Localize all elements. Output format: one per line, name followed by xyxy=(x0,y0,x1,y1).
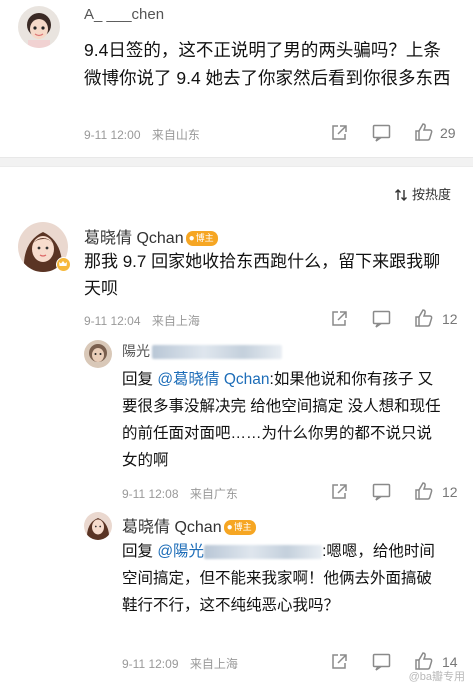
reply-2-username[interactable]: 葛晓倩 Qchan ●博主 xyxy=(122,513,256,537)
blogger-username[interactable]: 葛晓倩 Qchan ●博主 xyxy=(84,224,218,248)
blogger-comment-like-count: 12 xyxy=(442,311,458,327)
blogger-comment-meta: 9-11 12:04 来自上海 xyxy=(84,312,208,329)
share-icon[interactable] xyxy=(330,310,348,328)
reply-1-meta: 9-11 12:08 来自广东 xyxy=(122,485,246,502)
reply-1-username[interactable]: 陽光 xyxy=(122,341,282,361)
blogger-comment-time: 9-11 12:04 xyxy=(84,314,141,328)
like-icon[interactable] xyxy=(414,481,434,501)
first-comment-time: 9-11 12:00 xyxy=(84,128,141,142)
like-icon[interactable] xyxy=(414,122,434,142)
reply-2-text: 回复 @陽光:嗯嗯，给他时间空间搞定，但不能来我家啊！他俩去外面搞破鞋行不行，这… xyxy=(122,543,435,614)
reply-2-mention-link[interactable]: @陽光 xyxy=(157,543,323,560)
sort-icon xyxy=(395,189,407,201)
reply-1-mention-link[interactable]: @葛晓倩 Qchan xyxy=(157,371,269,388)
comment-icon[interactable] xyxy=(372,483,391,501)
first-comment-like-count: 29 xyxy=(440,125,456,141)
avatar-reply-user-2[interactable] xyxy=(84,512,112,540)
blogger-comment-text: 那我 9.7 回家她收拾东西跑什么，留下来跟我聊天呗 xyxy=(84,252,441,298)
comment-icon[interactable] xyxy=(372,124,391,142)
share-icon[interactable] xyxy=(330,653,348,671)
first-comment-meta: 9-11 12:00 来自山东 xyxy=(84,126,208,143)
section-divider xyxy=(0,157,473,167)
share-icon[interactable] xyxy=(330,483,348,501)
reply-2-source: 来自上海 xyxy=(189,657,238,671)
vip-crown-icon xyxy=(56,257,71,272)
avatar-reply-user-1[interactable] xyxy=(84,340,112,368)
first-comment-source: 来自山东 xyxy=(151,128,200,142)
share-icon[interactable] xyxy=(330,124,348,142)
reply-1-text: 回复 @葛晓倩 Qchan:如果他说和你有孩子 又要很多事没解决完 给他空间搞定… xyxy=(122,371,441,469)
reply-2-badge: ●博主 xyxy=(223,520,256,536)
sort-by-hot-button[interactable]: 按热度 xyxy=(394,184,451,203)
reply-1-source: 来自广东 xyxy=(189,487,238,501)
blogger-badge: ●博主 xyxy=(185,231,218,247)
watermark: @ba瓣专用 xyxy=(408,671,465,683)
blogger-comment-source: 来自上海 xyxy=(151,314,200,328)
like-icon[interactable] xyxy=(414,308,434,328)
reply-1-time: 9-11 12:08 xyxy=(122,487,179,501)
reply-2-time: 9-11 12:09 xyxy=(122,657,179,671)
reply-2-meta: 9-11 12:09 来自上海 xyxy=(122,655,246,672)
comment-icon[interactable] xyxy=(372,653,391,671)
first-comment-text: 9.4日签的，这不正说明了男的两头骗吗？上条微博你说了 9.4 她去了你家然后看… xyxy=(84,40,451,88)
avatar-first-commenter[interactable] xyxy=(18,6,60,48)
comment-icon[interactable] xyxy=(372,310,391,328)
first-commenter-username[interactable]: A_ ___chen xyxy=(84,6,164,23)
reply-1-like-count: 12 xyxy=(442,484,458,500)
